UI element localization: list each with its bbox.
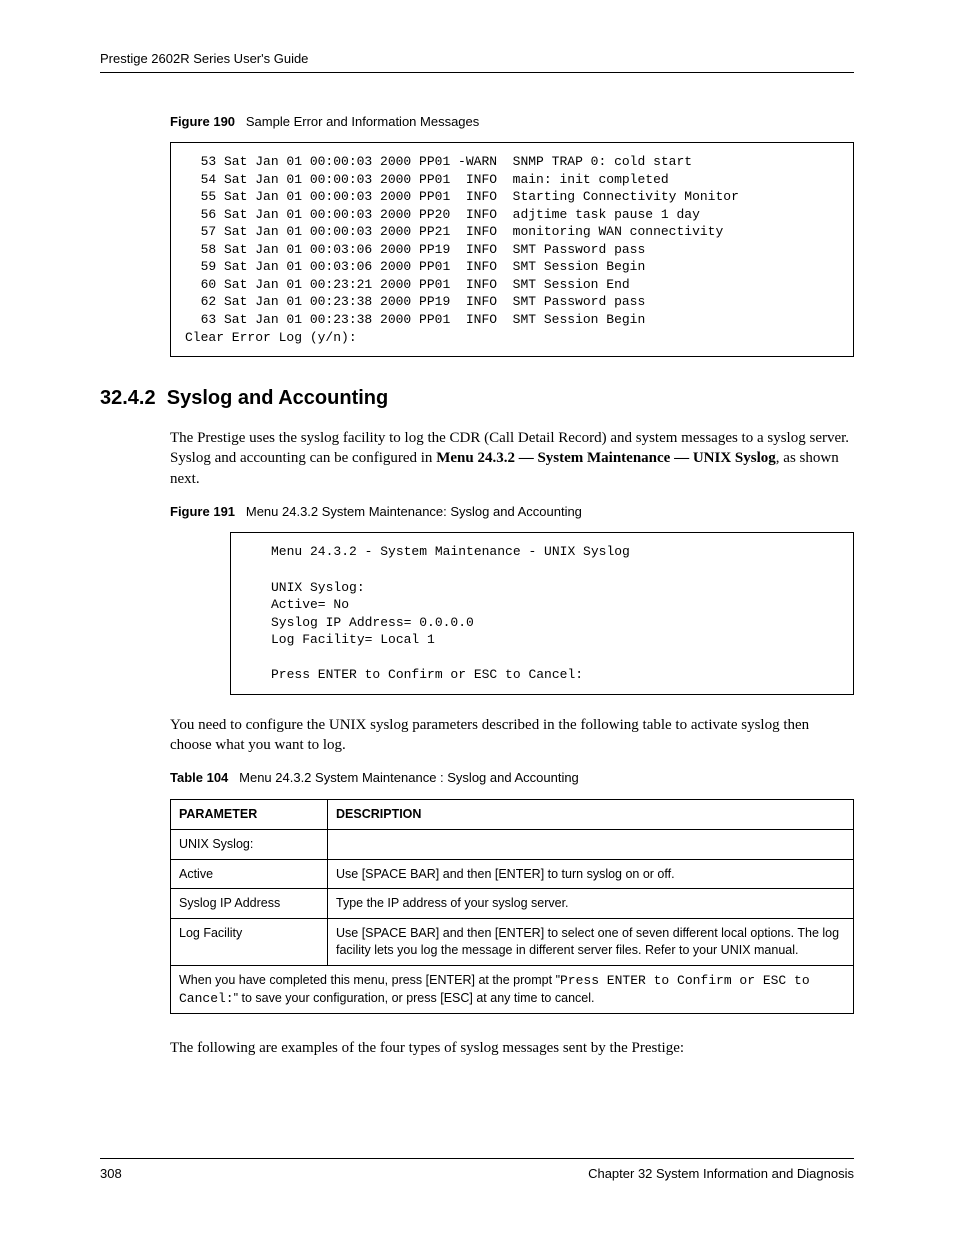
table-footnote: When you have completed this menu, press… <box>171 966 854 1014</box>
footnote-a: When you have completed this menu, press… <box>179 973 560 987</box>
section-number: 32.4.2 <box>100 387 156 409</box>
page-number: 308 <box>100 1165 122 1183</box>
figure-190-content: 53 Sat Jan 01 00:00:03 2000 PP01 -WARN S… <box>170 142 854 357</box>
figure-191-content: Menu 24.3.2 - System Maintenance - UNIX … <box>230 532 854 694</box>
chapter-label: Chapter 32 System Information and Diagno… <box>588 1165 854 1183</box>
figure-190-caption: Figure 190 Sample Error and Information … <box>170 113 854 131</box>
cell-param: UNIX Syslog: <box>171 829 328 859</box>
cell-param: Log Facility <box>171 919 328 966</box>
table-row: Syslog IP Address Type the IP address of… <box>171 889 854 919</box>
section-heading: 32.4.2 Syslog and Accounting <box>100 385 854 412</box>
figure-191-title: Menu 24.3.2 System Maintenance: Syslog a… <box>246 504 582 519</box>
cell-desc: Use [SPACE BAR] and then [ENTER] to turn… <box>328 859 854 889</box>
paragraph-2: You need to configure the UNIX syslog pa… <box>170 715 854 756</box>
table-row: Log Facility Use [SPACE BAR] and then [E… <box>171 919 854 966</box>
th-description: DESCRIPTION <box>328 799 854 829</box>
paragraph-3: The following are examples of the four t… <box>170 1038 854 1058</box>
para1-bold: Menu 24.3.2 — System Maintenance — UNIX … <box>436 450 776 466</box>
section-title: Syslog and Accounting <box>167 387 389 409</box>
page-footer: 308 Chapter 32 System Information and Di… <box>100 1158 854 1183</box>
cell-desc: Type the IP address of your syslog serve… <box>328 889 854 919</box>
running-header: Prestige 2602R Series User's Guide <box>100 50 854 73</box>
cell-desc <box>328 829 854 859</box>
figure-191-caption: Figure 191 Menu 24.3.2 System Maintenanc… <box>170 503 854 521</box>
table-104-title: Menu 24.3.2 System Maintenance : Syslog … <box>239 770 579 785</box>
table-footnote-row: When you have completed this menu, press… <box>171 966 854 1014</box>
figure-190-label: Figure 190 <box>170 114 235 129</box>
cell-param: Syslog IP Address <box>171 889 328 919</box>
cell-desc: Use [SPACE BAR] and then [ENTER] to sele… <box>328 919 854 966</box>
figure-191-label: Figure 191 <box>170 504 235 519</box>
table-104: PARAMETER DESCRIPTION UNIX Syslog: Activ… <box>170 799 854 1014</box>
table-104-label: Table 104 <box>170 770 228 785</box>
cell-param: Active <box>171 859 328 889</box>
figure-190-title: Sample Error and Information Messages <box>246 114 479 129</box>
table-header-row: PARAMETER DESCRIPTION <box>171 799 854 829</box>
footnote-b: " to save your configuration, or press [… <box>234 991 595 1005</box>
table-row: UNIX Syslog: <box>171 829 854 859</box>
paragraph-1: The Prestige uses the syslog facility to… <box>170 428 854 489</box>
table-104-caption: Table 104 Menu 24.3.2 System Maintenance… <box>170 769 854 787</box>
th-parameter: PARAMETER <box>171 799 328 829</box>
table-row: Active Use [SPACE BAR] and then [ENTER] … <box>171 859 854 889</box>
